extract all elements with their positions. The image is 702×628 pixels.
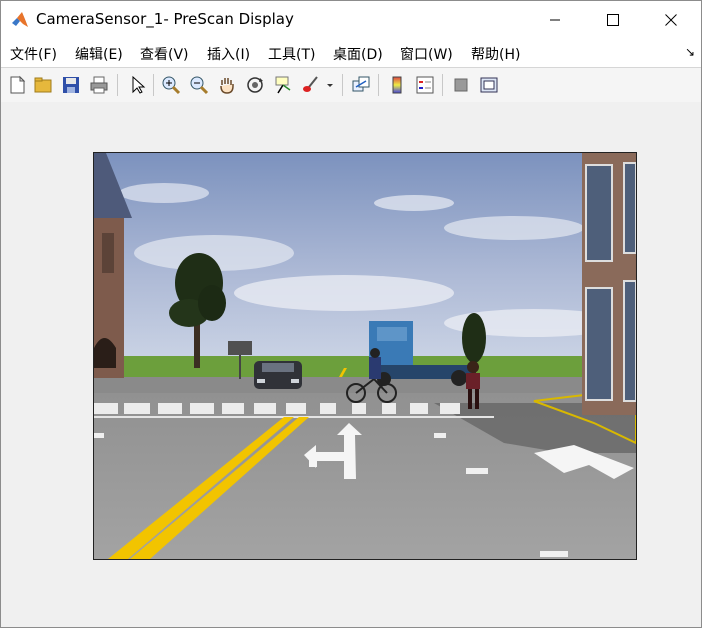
matlab-logo-icon bbox=[11, 11, 29, 29]
open-folder-icon[interactable] bbox=[31, 73, 55, 97]
select-pointer-icon[interactable] bbox=[125, 73, 149, 97]
new-file-icon[interactable] bbox=[5, 73, 29, 97]
close-icon bbox=[665, 11, 677, 30]
minimize-icon bbox=[549, 11, 561, 30]
toolbar-separator bbox=[442, 74, 443, 96]
toolbar-separator bbox=[342, 74, 343, 96]
grass bbox=[94, 356, 636, 380]
lane-dash bbox=[94, 433, 104, 438]
link-plot-icon[interactable] bbox=[349, 73, 373, 97]
prescan-display-window: CameraSensor_1- PreScan Display 文件(F) 编辑… bbox=[0, 0, 702, 628]
lane-dash bbox=[434, 433, 446, 438]
cloud bbox=[374, 195, 454, 211]
brush-dropdown-icon[interactable] bbox=[323, 73, 337, 97]
save-icon[interactable] bbox=[59, 73, 83, 97]
menu-bar: 文件(F) 编辑(E) 查看(V) 插入(I) 工具(T) 桌面(D) 窗口(W… bbox=[1, 39, 701, 67]
menu-desktop[interactable]: 桌面(D) bbox=[333, 44, 383, 64]
maximize-button[interactable] bbox=[584, 1, 642, 39]
hide-plot-tools-icon[interactable] bbox=[449, 73, 473, 97]
legend-icon[interactable] bbox=[413, 73, 437, 97]
window-title: CameraSensor_1- PreScan Display bbox=[36, 10, 294, 28]
rotate-3d-icon[interactable] bbox=[243, 73, 267, 97]
menu-tools[interactable]: 工具(T) bbox=[268, 44, 315, 64]
brush-icon[interactable] bbox=[299, 73, 323, 97]
right-building bbox=[582, 153, 636, 415]
toolbar-separator bbox=[117, 74, 118, 96]
zoom-out-icon[interactable] bbox=[187, 73, 211, 97]
lane-dash bbox=[466, 468, 488, 474]
car bbox=[254, 361, 302, 389]
toolbar bbox=[1, 67, 701, 103]
cloud bbox=[234, 275, 454, 311]
zoom-in-icon[interactable] bbox=[159, 73, 183, 97]
print-icon[interactable] bbox=[87, 73, 111, 97]
show-plot-tools-icon[interactable] bbox=[477, 73, 501, 97]
cloud bbox=[444, 216, 584, 240]
menu-help[interactable]: 帮助(H) bbox=[471, 44, 520, 64]
menu-view[interactable]: 查看(V) bbox=[140, 44, 189, 64]
pan-hand-icon[interactable] bbox=[215, 73, 239, 97]
cloud bbox=[119, 183, 209, 203]
camera-image bbox=[93, 152, 637, 560]
menu-window[interactable]: 窗口(W) bbox=[400, 44, 453, 64]
toolbar-separator bbox=[378, 74, 379, 96]
colorbar-icon[interactable] bbox=[385, 73, 409, 97]
close-button[interactable] bbox=[642, 1, 700, 39]
menu-insert[interactable]: 插入(I) bbox=[207, 44, 250, 64]
menu-edit[interactable]: 编辑(E) bbox=[75, 44, 123, 64]
menu-file[interactable]: 文件(F) bbox=[10, 44, 57, 64]
dock-arrow-icon[interactable]: ↘ bbox=[685, 45, 695, 59]
title-bar[interactable]: CameraSensor_1- PreScan Display bbox=[1, 1, 701, 39]
maximize-icon bbox=[607, 11, 619, 30]
data-cursor-icon[interactable] bbox=[271, 73, 295, 97]
minimize-button[interactable] bbox=[526, 1, 584, 39]
lane-dash bbox=[540, 551, 568, 557]
toolbar-separator bbox=[153, 74, 154, 96]
